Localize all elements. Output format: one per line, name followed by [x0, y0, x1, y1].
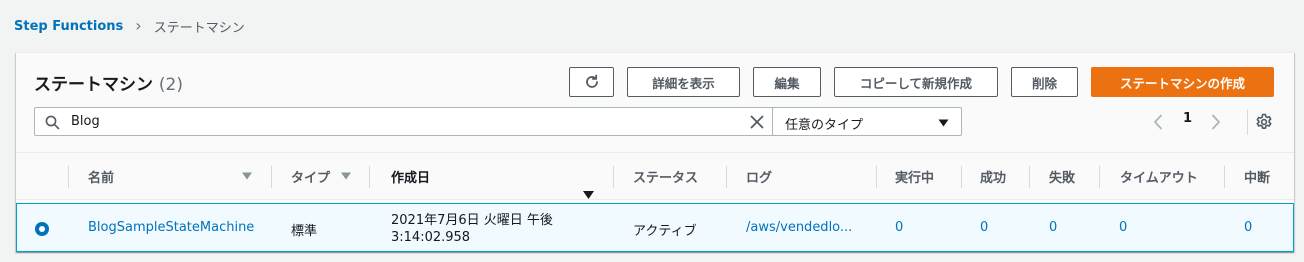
column-header-name[interactable]: 名前	[88, 153, 114, 200]
table-row[interactable]: BlogSampleStateMachine 標準 2021年7月6日 火曜日 …	[16, 203, 1294, 252]
breadcrumb-step-functions-link[interactable]: Step Functions	[14, 19, 123, 34]
create-state-machine-button[interactable]: ステートマシンの作成	[1091, 67, 1274, 97]
breadcrumb-current: ステートマシン	[153, 20, 245, 36]
type-filter-select[interactable]: 任意のタイプ	[772, 107, 962, 136]
column-divider	[961, 166, 962, 188]
succeeded-count-link[interactable]: 0	[980, 220, 988, 235]
created-date-line1: 2021年7月6日 火曜日 午後	[391, 213, 553, 228]
column-header-timed-out[interactable]: タイムアウト	[1120, 153, 1198, 200]
clear-search-icon[interactable]	[749, 114, 765, 130]
page-title: ステートマシン (2)	[34, 70, 183, 95]
sort-caret-icon[interactable]	[341, 153, 351, 200]
state-machines-panel: ステートマシン (2) 詳細を表示 編集 コピーして新規作成 削除 ステートマシ…	[16, 52, 1294, 252]
column-header-aborted-label: 中断	[1244, 171, 1271, 186]
column-header-succeeded[interactable]: 成功	[980, 153, 1006, 200]
item-count: (2)	[158, 75, 184, 95]
column-header-created[interactable]: 作成日	[391, 153, 430, 200]
type-filter-value: 任意のタイプ	[785, 118, 864, 133]
panel-header: ステートマシン (2) 詳細を表示 編集 コピーして新規作成 削除 ステートマシ…	[16, 53, 1294, 152]
column-divider	[876, 166, 877, 188]
page-title-text: ステートマシン	[34, 75, 153, 95]
column-header-running-label: 実行中	[895, 171, 935, 186]
column-header-succeeded-label: 成功	[980, 171, 1007, 186]
column-header-type[interactable]: タイプ	[291, 153, 330, 200]
running-count-link[interactable]: 0	[895, 220, 903, 235]
refresh-button[interactable]	[569, 67, 614, 97]
breadcrumb: Step Functions › ステートマシン	[14, 15, 245, 37]
column-header-failed-label: 失敗	[1049, 171, 1076, 186]
page-number-1[interactable]: 1	[1183, 111, 1192, 126]
type-cell: 標準	[291, 224, 318, 239]
state-machine-name-link[interactable]: BlogSampleStateMachine	[88, 220, 254, 235]
copy-to-new-button[interactable]: コピーして新規作成	[834, 67, 998, 97]
sort-caret-icon[interactable]	[242, 153, 252, 200]
column-divider	[1029, 166, 1030, 188]
column-header-timed-out-label: タイムアウト	[1120, 171, 1198, 186]
pager-divider	[1247, 109, 1248, 135]
column-header-aborted[interactable]: 中断	[1244, 153, 1270, 200]
timed-out-count-link[interactable]: 0	[1119, 220, 1127, 235]
column-divider	[726, 166, 727, 188]
column-header-status[interactable]: ステータス	[633, 153, 698, 200]
previous-page-icon[interactable]	[1152, 114, 1164, 130]
next-page-icon[interactable]	[1210, 114, 1222, 130]
column-header-log-label: ログ	[746, 171, 773, 186]
row-select-radio[interactable]	[35, 222, 49, 236]
page-number-text: 1	[1183, 111, 1193, 126]
failed-count-link[interactable]: 0	[1049, 220, 1057, 235]
column-divider	[613, 166, 614, 188]
column-divider	[1224, 166, 1225, 188]
edit-button[interactable]: 編集	[753, 67, 821, 97]
column-divider	[369, 166, 370, 188]
column-header-log[interactable]: ログ	[746, 153, 772, 200]
caret-down-icon	[938, 119, 949, 127]
column-divider	[68, 166, 69, 188]
column-divider	[1099, 166, 1100, 188]
column-divider	[271, 166, 272, 188]
delete-button[interactable]: 削除	[1011, 67, 1078, 97]
log-group-link[interactable]: /aws/vendedlo...	[746, 220, 852, 235]
gear-icon[interactable]	[1255, 113, 1273, 131]
aborted-count-link[interactable]: 0	[1244, 220, 1252, 235]
column-header-created-label: 作成日	[391, 171, 431, 186]
search-value: Blog	[71, 114, 100, 129]
view-details-button[interactable]: 詳細を表示	[627, 67, 740, 97]
refresh-icon	[585, 74, 598, 88]
search-input[interactable]: Blog	[34, 107, 776, 136]
search-icon	[45, 115, 60, 130]
status-cell: アクティブ	[633, 224, 697, 239]
column-header-running[interactable]: 実行中	[895, 153, 934, 200]
column-header-type-label: タイプ	[291, 171, 331, 186]
table-header: 名前 タイプ 作成日 ステータス ログ 実行中 成功 失敗 タイムアウト 中断	[16, 152, 1294, 200]
created-date-line2: 3:14:02.958	[391, 230, 471, 245]
column-header-name-label: 名前	[88, 171, 115, 186]
column-header-failed[interactable]: 失敗	[1049, 153, 1075, 200]
column-header-status-label: ステータス	[633, 171, 699, 186]
breadcrumb-separator-icon: ›	[135, 16, 142, 35]
